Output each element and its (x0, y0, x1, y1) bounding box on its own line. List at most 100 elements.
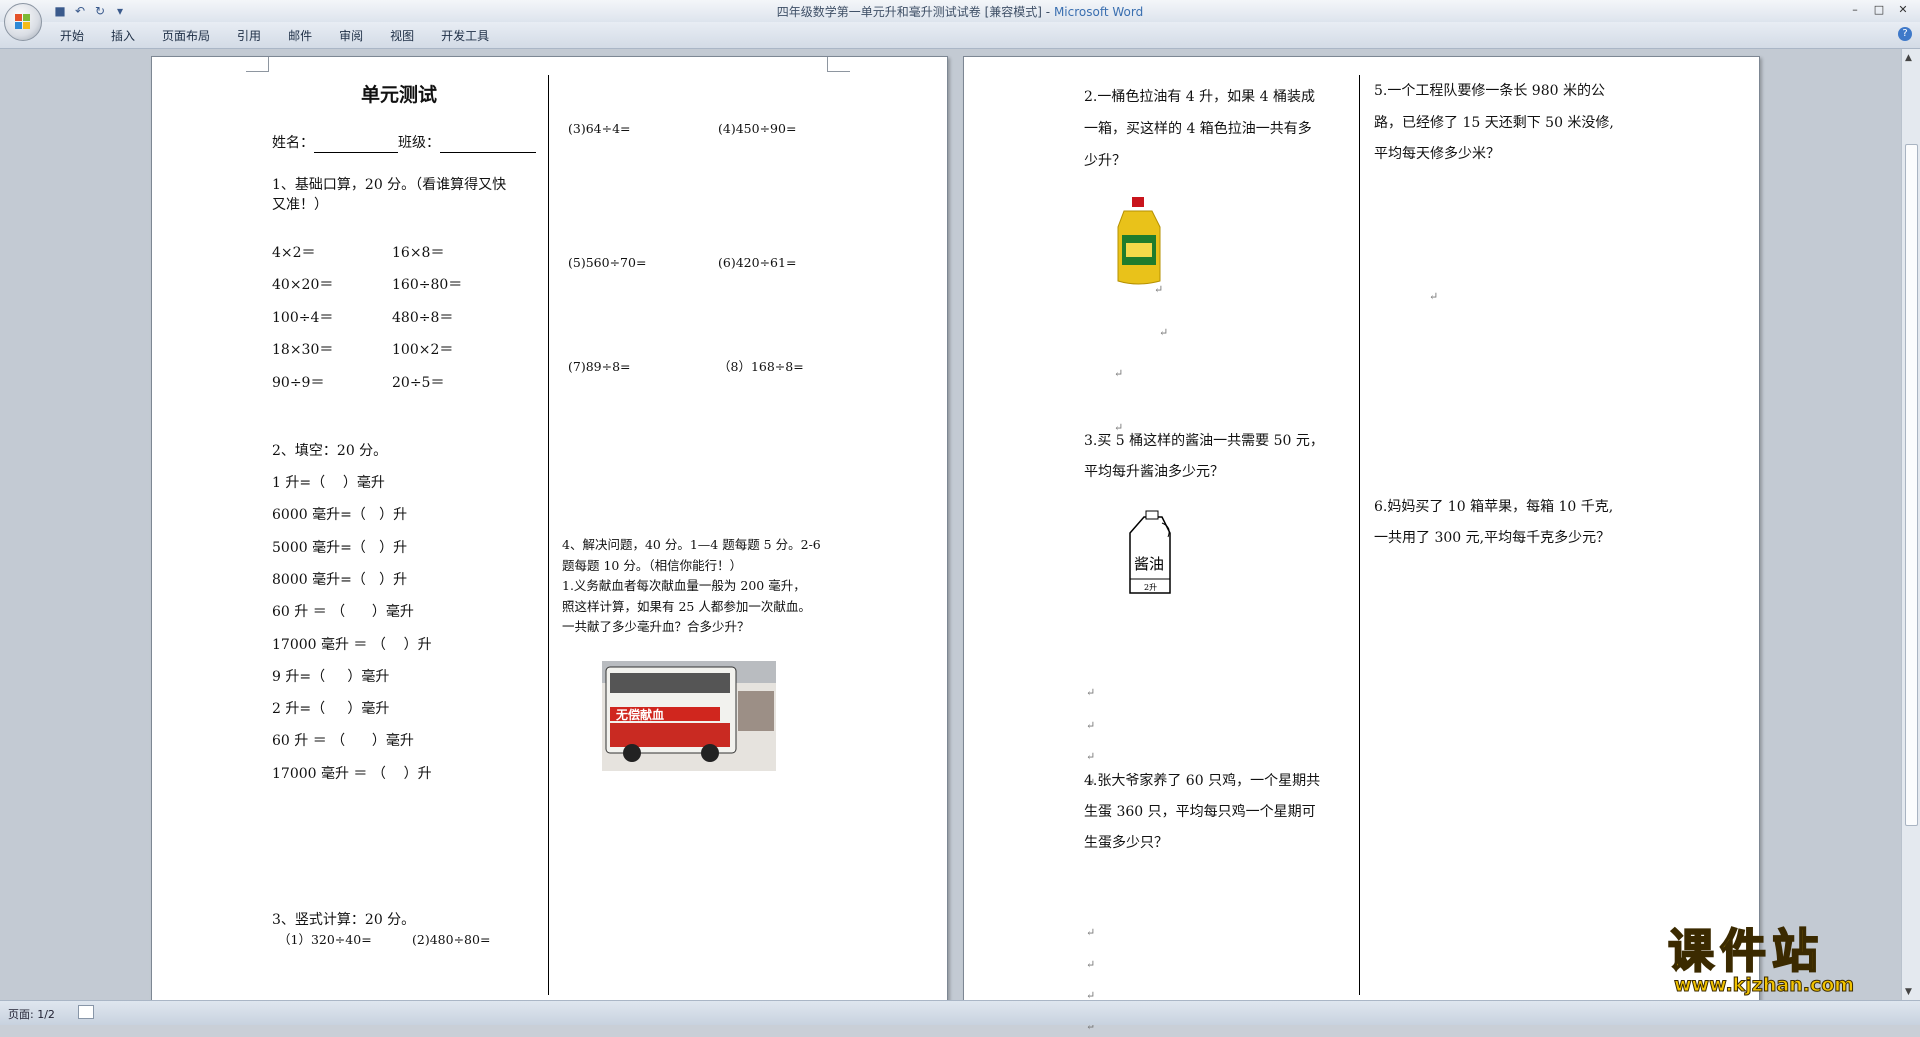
fill-blank-item: 60 升 ＝ （ ）毫升 (272, 733, 414, 750)
calc-item: (3)64÷4= (568, 121, 631, 136)
fill-blank-item: 6000 毫升=（ ）升 (272, 507, 408, 524)
tab-2[interactable]: 页面布局 (162, 27, 210, 44)
paragraph-mark-icon: ↵ (1429, 290, 1439, 303)
tab-4[interactable]: 邮件 (288, 27, 312, 44)
page-count: 页面: 1/2 (8, 1008, 55, 1021)
paragraph-mark-icon: ↵ (1086, 750, 1096, 763)
q2-line: 少升？ (1084, 153, 1126, 169)
section-1-title-cont: 又准！） (272, 197, 328, 213)
calc-item-1: （1）320÷40= (278, 932, 372, 947)
oral-calc-item: 18×30＝ (272, 342, 334, 359)
section-4-line: 一共献了多少毫升血？合多少升？ (562, 619, 750, 634)
calc-item: (4)450÷90= (718, 121, 797, 136)
ribbon-tabs: 开始 插入 页面布局 引用 邮件 审阅 视图 开发工具 (60, 27, 516, 44)
minimize-icon[interactable]: – (1844, 2, 1866, 18)
scrollbar-thumb[interactable] (1905, 144, 1918, 826)
oil-bottle-image (1117, 197, 1161, 285)
window-title: 四年级数学第一单元升和毫升测试试卷 [兼容模式] - Microsoft Wor… (776, 5, 1144, 19)
office-button[interactable] (4, 3, 42, 41)
section-1-title: 1、基础口算，20 分。（看谁算得又快 (272, 177, 507, 193)
paragraph-mark-icon: ↵ (1086, 719, 1096, 732)
paragraph-mark-icon: ↵ (1086, 926, 1096, 939)
calc-item: (7)89÷8= (568, 359, 631, 374)
oral-calc-item: 160÷80＝ (392, 277, 463, 294)
calc-item-2: (2)480÷80= (412, 932, 491, 947)
name-class-line: 姓名： 班级： (272, 133, 536, 153)
q5-line: 5.一个工程队要修一条长 980 米的公 (1374, 83, 1605, 99)
office-logo-icon (15, 14, 31, 30)
section-4-line: 1.义务献血者每次献血量一般为 200 毫升， (562, 578, 806, 593)
watermark-text: 课件站 (1667, 923, 1824, 979)
scroll-down-icon[interactable]: ▼ (1905, 987, 1912, 997)
paragraph-mark-icon: ↵ (1086, 686, 1096, 699)
q5-line: 平均每天修多少米？ (1374, 146, 1500, 162)
watermark-url: www.kjzhan.com (1673, 974, 1855, 997)
scroll-up-icon[interactable]: ▲ (1905, 53, 1912, 63)
vertical-scrollbar[interactable]: ▲ ▼ (1901, 49, 1920, 1001)
oral-calc-item: 16×8＝ (392, 245, 445, 261)
fill-blank-item: 5000 毫升=（ ）升 (272, 539, 408, 556)
blood-donation-bus-image: 无偿献血 (602, 661, 776, 771)
q2-line: 2.一桶色拉油有 4 升，如果 4 桶装成 (1084, 89, 1315, 105)
oral-calc-item: 90÷9＝ (272, 374, 325, 391)
window-controls: – □ ✕ (1844, 2, 1914, 18)
calc-item: （8）168÷8= (718, 359, 804, 374)
tab-1[interactable]: 插入 (111, 27, 135, 44)
fill-blank-item: 9 升=（ ）毫升 (272, 668, 390, 685)
crop-mark (246, 57, 269, 72)
calc-item: (5)560÷70= (568, 255, 647, 270)
soy-sauce-image: 酱油 2升 (1129, 510, 1171, 594)
fill-blank-item: 17000 毫升 ＝ （ ）升 (272, 636, 432, 653)
close-icon[interactable]: ✕ (1892, 2, 1914, 18)
q4-line: 生蛋多少只？ (1084, 835, 1168, 851)
column-divider (1359, 75, 1360, 995)
q5-line: 路，已经修了 15 天还剩下 50 米没修, (1374, 114, 1614, 131)
tab-7[interactable]: 开发工具 (441, 27, 489, 44)
q2-line: 一箱，买这样的 4 箱色拉油一共有多 (1084, 121, 1312, 137)
column-divider (548, 75, 549, 995)
section-2-title: 2、填空：20 分。 (272, 443, 388, 459)
bus-sign: 无偿献血 (615, 707, 664, 722)
oral-calc-item: 40×20＝ (272, 277, 334, 294)
tab-6[interactable]: 视图 (390, 27, 414, 44)
section-4-line: 照这样计算，如果有 25 人都参加一次献血。 (562, 598, 811, 614)
calc-item: (6)420÷61= (718, 255, 797, 270)
help-icon[interactable]: ? (1898, 27, 1912, 41)
soy-volume: 2升 (1144, 583, 1157, 592)
page-2: 酱油 2升 ↵ ↵ ↵ ↵ ↵ ↵ ↵ ↵ ↵ ↵ ↵ ↵ ↵ 2.一桶色拉油有 4 升，如果 4 桶装… (963, 56, 1760, 1033)
fill-blank-item: 17000 毫升 ＝ （ ）升 (272, 765, 432, 782)
ribbon: 开始 插入 页面布局 引用 邮件 审阅 视图 开发工具 ? (0, 22, 1920, 49)
soy-label: 酱油 (1134, 555, 1164, 573)
q4-line: 生蛋 360 只，平均每只鸡一个星期可 (1084, 804, 1316, 820)
oral-calc-item: 4×2＝ (272, 245, 316, 261)
proofing-icon[interactable] (78, 1005, 94, 1019)
status-bar: 页面: 1/2 (0, 1000, 1920, 1025)
paragraph-mark-icon: ↵ (1154, 283, 1164, 296)
fill-blank-item: 60 升 ＝ （ ）毫升 (272, 604, 414, 621)
maximize-icon[interactable]: □ (1868, 2, 1890, 18)
tab-3[interactable]: 引用 (237, 27, 261, 44)
section-4-line: 题每题 10 分。（相信你能行！） (562, 557, 743, 573)
tab-0[interactable]: 开始 (60, 27, 84, 44)
oral-calc-item: 20÷5＝ (392, 374, 445, 391)
paragraph-mark-icon: ↵ (1086, 958, 1096, 971)
section-3-title: 3、竖式计算：20 分。 (272, 912, 416, 928)
section-4-line: 4、解决问题，40 分。1—4 题每题 5 分。2-6 (562, 537, 821, 552)
q3-line: 平均每升酱油多少元？ (1084, 464, 1224, 480)
fill-blank-item: 1 升=（ ）毫升 (272, 475, 385, 491)
paragraph-mark-icon: ↵ (1159, 326, 1169, 339)
fill-blank-item: 8000 毫升=（ ）升 (272, 571, 408, 588)
q6-line: 一共用了 300 元,平均每千克多少元？ (1374, 530, 1611, 546)
paragraph-mark-icon: ↵ (1114, 367, 1124, 380)
q4-line: 4.张大爷家养了 60 只鸡，一个星期共 (1084, 773, 1321, 789)
tab-5[interactable]: 审阅 (339, 27, 363, 44)
q3-line: 3.买 5 桶这样的酱油一共需要 50 元， (1084, 433, 1324, 449)
oral-calc-item: 100÷4＝ (272, 309, 334, 326)
crop-mark (827, 57, 850, 72)
fill-blank-item: 2 升=（ ）毫升 (272, 701, 390, 718)
oral-calc-item: 480÷8＝ (392, 309, 454, 326)
page-1: 单元测试 姓名： 班级： 1、基础口算，20 分。（看谁算得又快 又准！） 2、填… (151, 56, 948, 1003)
page-title: 单元测试 (361, 84, 438, 106)
q6-line: 6.妈妈买了 10 箱苹果，每箱 10 千克, (1374, 499, 1614, 515)
title-bar: ■ ↶ ↻ ▾ 四年级数学第一单元升和毫升测试试卷 [兼容模式] - Micro… (0, 0, 1920, 22)
